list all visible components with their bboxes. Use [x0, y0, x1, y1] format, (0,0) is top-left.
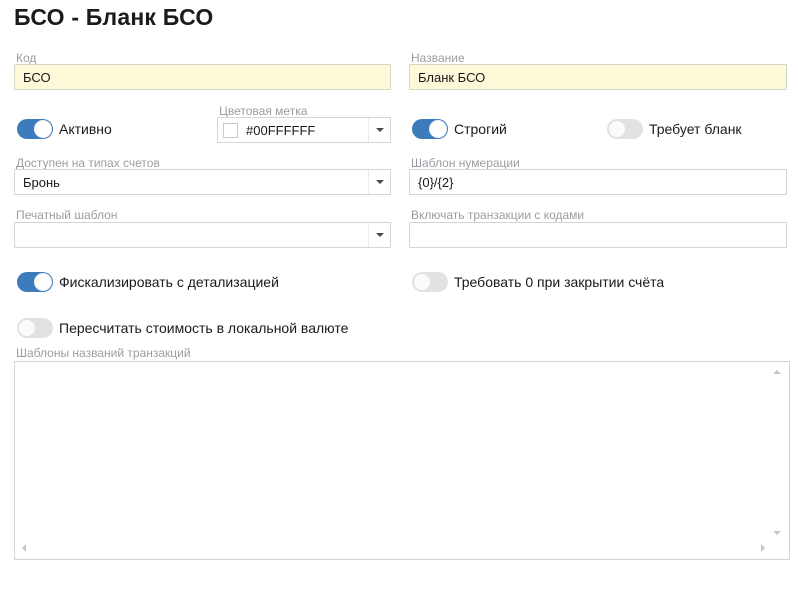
fiscalize-toggle-row: Фискализировать с детализацией: [17, 272, 279, 292]
account-types-label: Доступен на типах счетов: [16, 156, 160, 170]
chevron-down-icon: [376, 180, 384, 184]
include-transactions-label: Включать транзакции с кодами: [411, 208, 584, 222]
numbering-template-input[interactable]: [409, 169, 787, 195]
print-template-dropdown-button[interactable]: [368, 223, 390, 247]
print-template-label: Печатный шаблон: [16, 208, 117, 222]
name-label: Название: [411, 51, 465, 65]
active-toggle-label: Активно: [59, 121, 112, 137]
scroll-down-icon[interactable]: [773, 531, 781, 535]
chevron-down-icon: [376, 128, 384, 132]
recalc-currency-toggle-row: Пересчитать стоимость в локальной валюте: [17, 318, 348, 338]
recalc-local-currency-toggle[interactable]: [17, 318, 53, 338]
toggle-knob: [608, 120, 626, 138]
requires-blank-toggle-row: Требует бланк: [607, 119, 742, 139]
active-toggle-row: Активно: [17, 119, 112, 139]
color-tag-label: Цветовая метка: [219, 104, 307, 118]
require-zero-toggle[interactable]: [412, 272, 448, 292]
chevron-down-icon: [376, 233, 384, 237]
print-template-select[interactable]: [14, 222, 391, 248]
account-types-dropdown-button[interactable]: [368, 170, 390, 194]
active-toggle[interactable]: [17, 119, 53, 139]
transaction-templates-textarea[interactable]: [14, 361, 790, 560]
page-title: БСО - Бланк БСО: [14, 4, 213, 31]
requires-blank-toggle-label: Требует бланк: [649, 121, 742, 137]
strict-toggle[interactable]: [412, 119, 448, 139]
toggle-knob: [34, 273, 52, 291]
color-tag-select[interactable]: #00FFFFFF: [217, 117, 391, 143]
account-types-select[interactable]: Бронь: [14, 169, 391, 195]
toggle-knob: [34, 120, 52, 138]
scroll-up-icon[interactable]: [773, 370, 781, 374]
include-transactions-input[interactable]: [409, 222, 787, 248]
bso-form-page: БСО - Бланк БСО Код Название Активно Цве…: [0, 0, 810, 592]
strict-toggle-label: Строгий: [454, 121, 507, 137]
toggle-knob: [18, 319, 36, 337]
color-tag-value: #00FFFFFF: [238, 123, 368, 138]
recalc-local-currency-toggle-label: Пересчитать стоимость в локальной валюте: [59, 320, 348, 336]
strict-toggle-row: Строгий: [412, 119, 507, 139]
color-tag-dropdown-button[interactable]: [368, 118, 390, 142]
code-input[interactable]: [14, 64, 391, 90]
scroll-left-icon[interactable]: [22, 544, 26, 552]
name-input[interactable]: [409, 64, 787, 90]
require-zero-toggle-label: Требовать 0 при закрытии счёта: [454, 274, 664, 290]
account-types-value: Бронь: [15, 175, 368, 190]
toggle-knob: [429, 120, 447, 138]
toggle-knob: [413, 273, 431, 291]
requires-blank-toggle[interactable]: [607, 119, 643, 139]
transaction-templates-label: Шаблоны названий транзакций: [16, 346, 191, 360]
numbering-template-label: Шаблон нумерации: [411, 156, 520, 170]
fiscalize-detailed-toggle-label: Фискализировать с детализацией: [59, 274, 279, 290]
fiscalize-detailed-toggle[interactable]: [17, 272, 53, 292]
require-zero-toggle-row: Требовать 0 при закрытии счёта: [412, 272, 664, 292]
color-swatch: [223, 123, 238, 138]
code-label: Код: [16, 51, 36, 65]
scroll-right-icon[interactable]: [761, 544, 765, 552]
